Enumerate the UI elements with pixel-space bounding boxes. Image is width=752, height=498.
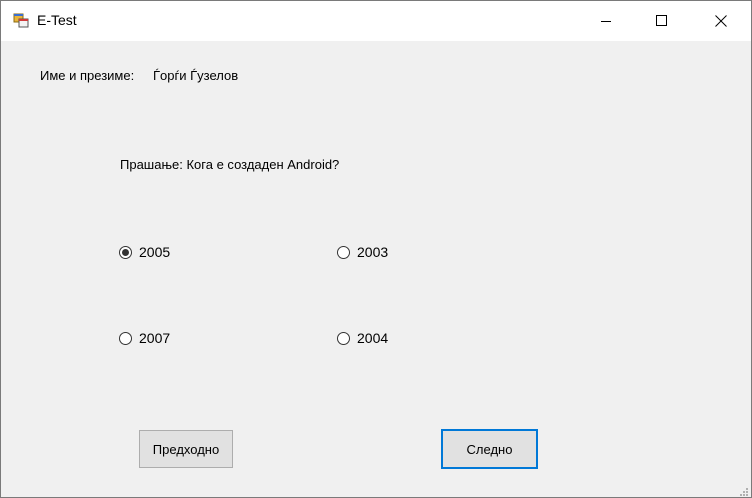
resize-grip-icon[interactable] — [739, 485, 749, 496]
minimize-button[interactable] — [583, 1, 629, 41]
title-bar[interactable]: E-Test — [1, 1, 751, 41]
option-radio-2007[interactable]: 2007 — [119, 330, 170, 346]
option-label: 2003 — [357, 244, 389, 260]
name-label: Име и презиме: — [40, 68, 135, 83]
option-label: 2004 — [357, 330, 389, 346]
question-text: Прашање: Кога е создаден Android? — [120, 157, 340, 172]
name-value: Ѓорѓи Ѓузелов — [153, 68, 239, 83]
maximize-button[interactable] — [639, 1, 685, 41]
option-label: 2005 — [139, 244, 171, 260]
close-button[interactable] — [698, 1, 744, 41]
previous-button[interactable]: Предходно — [139, 430, 233, 468]
next-button[interactable]: Следно — [441, 429, 538, 469]
radio-unchecked-icon[interactable] — [337, 331, 350, 345]
option-radio-2005[interactable]: 2005 — [119, 244, 170, 260]
option-radio-2004[interactable]: 2004 — [337, 330, 388, 346]
option-radio-2003[interactable]: 2003 — [337, 244, 388, 260]
radio-unchecked-icon[interactable] — [337, 245, 350, 259]
minimize-icon — [600, 15, 612, 27]
maximize-icon — [656, 15, 668, 27]
form-client-area: Име и презиме: Ѓорѓи Ѓузелов Прашање: Ко… — [1, 41, 751, 497]
window-title: E-Test — [37, 12, 77, 28]
app-icon — [13, 12, 29, 28]
close-icon — [715, 15, 727, 27]
app-window: E-Test Име и презиме: Ѓорѓи Ѓузелов Праш… — [0, 0, 752, 498]
option-label: 2007 — [139, 330, 171, 346]
radio-unchecked-icon[interactable] — [119, 331, 132, 345]
radio-checked-icon[interactable] — [119, 245, 132, 259]
